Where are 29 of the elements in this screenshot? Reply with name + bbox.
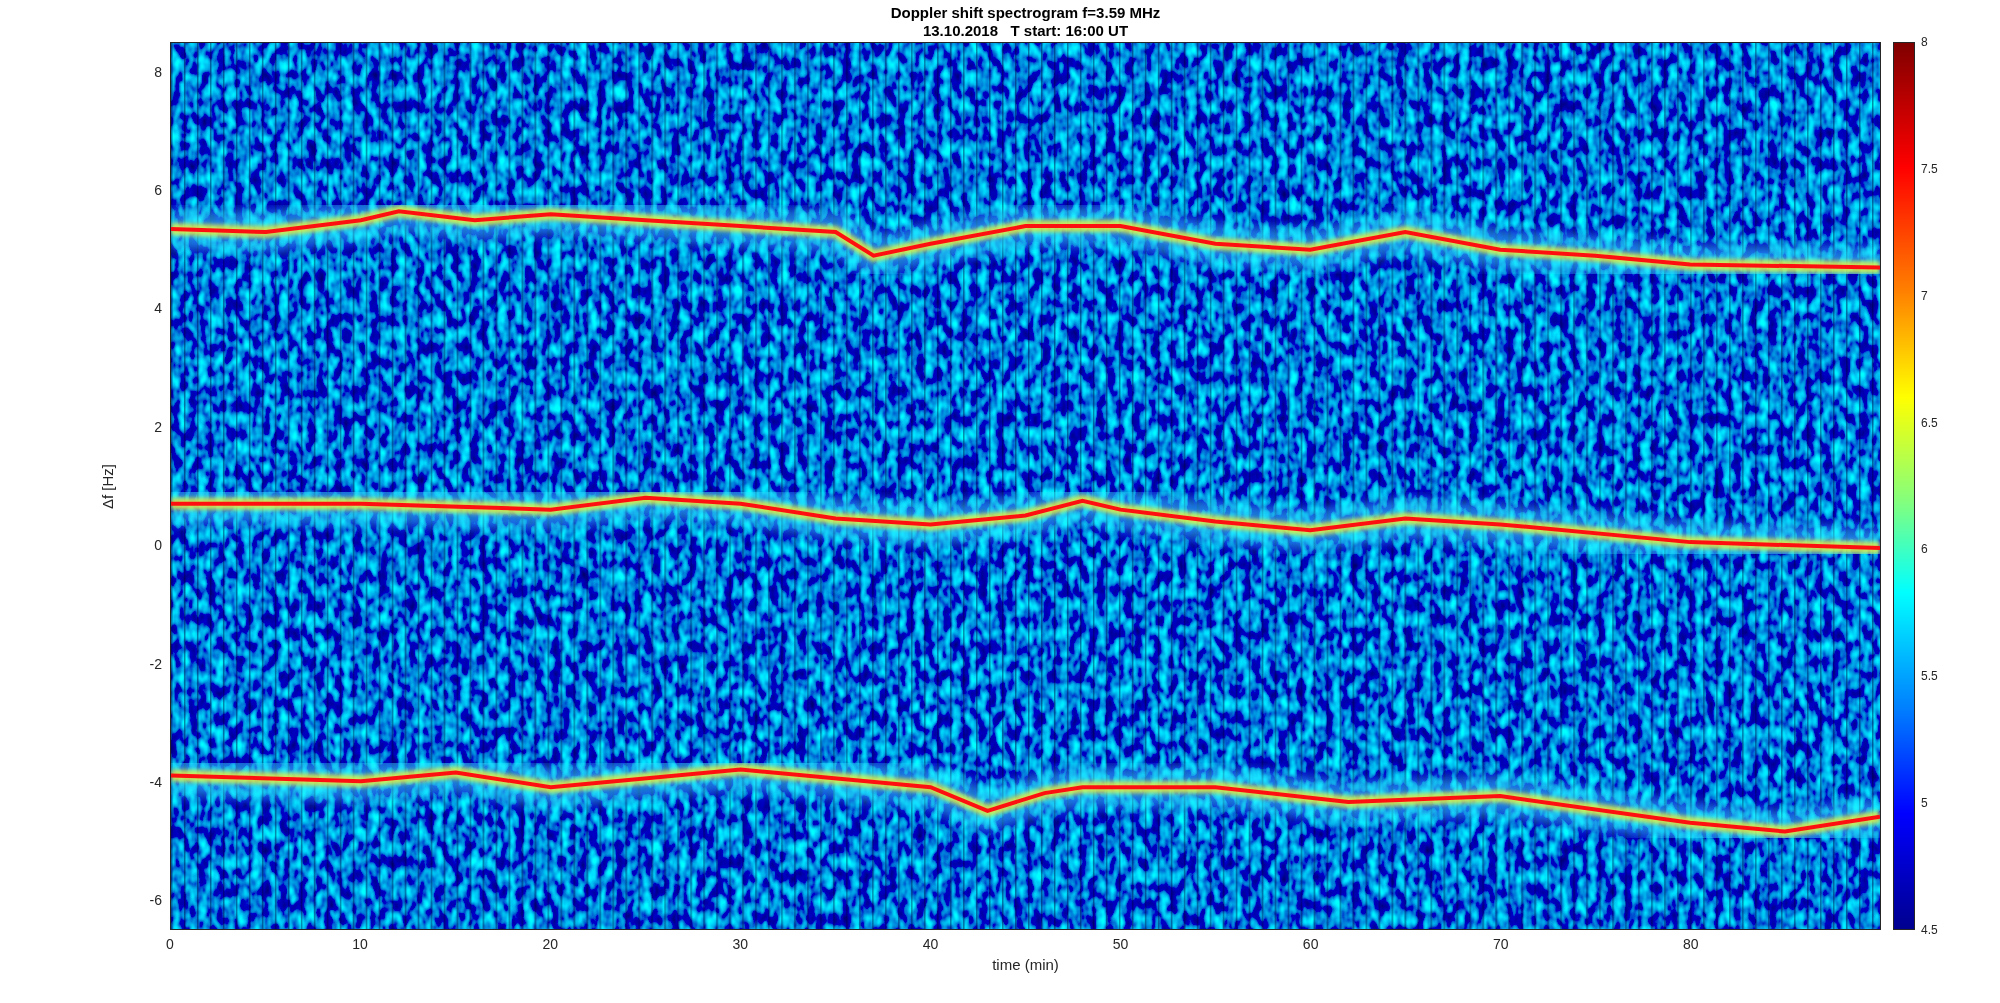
y-tick-label: 6	[154, 182, 162, 198]
chart-title: Doppler shift spectrogram f=3.59 MHz	[890, 4, 1161, 22]
x-tick-label: 0	[166, 936, 174, 952]
x-tick-label: 80	[1683, 936, 1699, 952]
colorbar-tick-label: 6.5	[1921, 415, 1938, 430]
colorbar-tick-label: 6	[1921, 542, 1928, 557]
y-tick-label: -6	[149, 892, 162, 909]
y-tick-label: 4	[154, 300, 162, 317]
colorbar-tick-label: 7.5	[1921, 161, 1938, 176]
colorbar-tick-label: 5.5	[1921, 669, 1938, 684]
y-axis-label: Δf [Hz]	[99, 463, 116, 509]
x-axis-label: time (min)	[992, 956, 1059, 973]
y-tick-label: -2	[149, 655, 162, 672]
x-tick-label: 10	[352, 936, 368, 952]
y-tick-label: 2	[154, 418, 162, 435]
y-tick-label: 0	[154, 537, 162, 554]
colorbar-tick-label: 7	[1921, 288, 1928, 303]
x-tick-label: 30	[732, 936, 749, 952]
colorbar-tick-label: 4.5	[1921, 923, 1938, 937]
colorbar-tick-label: 8	[1921, 35, 1928, 49]
x-tick-label: 50	[1112, 936, 1129, 952]
x-tick-label: 20	[542, 936, 558, 952]
x-tick-label: 60	[1302, 936, 1319, 952]
x-tick-label: 40	[922, 936, 939, 952]
y-tick-label: 8	[154, 63, 162, 80]
chart-subtitle: 13.10.2018 T start: 16:00 UT	[922, 22, 1129, 40]
x-tick-label: 70	[1493, 936, 1509, 952]
y-tick-label: -4	[149, 774, 162, 790]
colorbar-tick-label: 5	[1921, 796, 1928, 811]
